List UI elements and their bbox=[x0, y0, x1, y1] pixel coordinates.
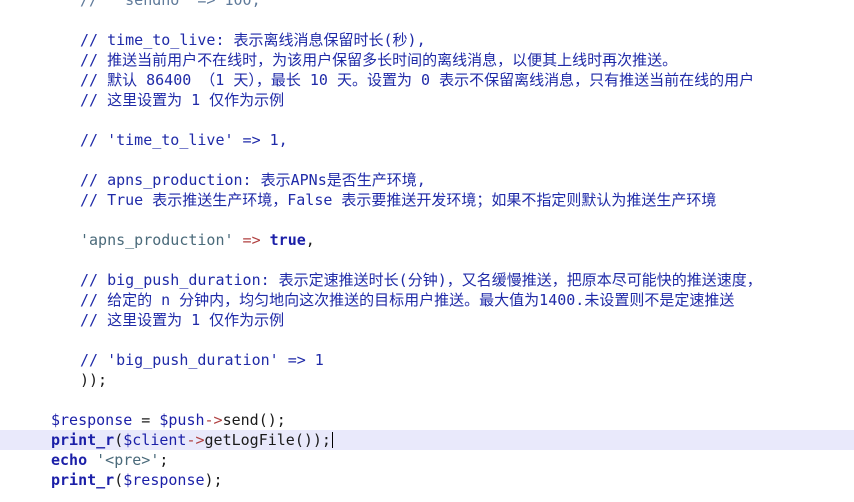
code-line[interactable]: // big_push_duration: 表示定速推送时长(分钟)，又名缓慢推… bbox=[0, 270, 854, 290]
code-token: $client bbox=[123, 431, 187, 449]
code-line-current[interactable]: print_r($client->getLogFile()); bbox=[0, 430, 854, 450]
code-line[interactable] bbox=[0, 210, 854, 230]
code-line[interactable]: $response = $push->send(); bbox=[0, 410, 854, 430]
code-token: = bbox=[132, 411, 160, 429]
code-token: // 默认 86400 （1 天），最长 10 天。设置为 0 表示不保留离线消… bbox=[80, 71, 755, 89]
code-line[interactable]: echo '<pre>'; bbox=[0, 450, 854, 470]
code-token: -> bbox=[186, 431, 205, 449]
code-line[interactable]: print_r($response); bbox=[0, 470, 854, 490]
code-token: true bbox=[269, 231, 306, 249]
code-token: // True 表示推送生产环境，False 表示要推送开发环境；如果不指定则默… bbox=[80, 191, 717, 209]
code-token: echo bbox=[51, 451, 88, 469]
code-line[interactable] bbox=[0, 150, 854, 170]
code-token: -> bbox=[204, 411, 223, 429]
code-token: (); bbox=[258, 411, 286, 429]
code-token: ()); bbox=[294, 431, 331, 449]
code-token: , bbox=[305, 231, 315, 249]
code-line[interactable]: // 给定的 n 分钟内，均匀地向这次推送的目标用户推送。最大值为1400.未设… bbox=[0, 290, 854, 310]
code-line[interactable] bbox=[0, 10, 854, 30]
code-line[interactable]: // 默认 86400 （1 天），最长 10 天。设置为 0 表示不保留离线消… bbox=[0, 70, 854, 90]
code-token: // big_push_duration: 表示定速推送时长(分钟)，又名缓慢推… bbox=[80, 271, 762, 289]
code-line[interactable]: 'apns_production' => true, bbox=[0, 230, 854, 250]
code-token: print_r bbox=[51, 431, 115, 449]
code-line[interactable] bbox=[0, 250, 854, 270]
code-token: // 推送当前用户不在线时，为该用户保留多长时间的离线消息，以便其上线时再次推送… bbox=[80, 51, 678, 69]
code-token: // 这里设置为 1 仅作为示例 bbox=[80, 91, 285, 109]
code-line[interactable]: // 推送当前用户不在线时，为该用户保留多长时间的离线消息，以便其上线时再次推送… bbox=[0, 50, 854, 70]
code-token: // 'time_to_live' => 1, bbox=[80, 131, 288, 149]
code-token: ; bbox=[159, 451, 169, 469]
code-token: ( bbox=[114, 471, 124, 489]
code-line[interactable]: // 'sendno' => 100, bbox=[0, 0, 854, 10]
code-line[interactable]: )); bbox=[0, 370, 854, 390]
code-line[interactable] bbox=[0, 390, 854, 410]
code-line[interactable]: // 'time_to_live' => 1, bbox=[0, 130, 854, 150]
code-token: getLogFile bbox=[204, 431, 295, 449]
code-line[interactable] bbox=[0, 110, 854, 130]
code-line[interactable]: // 'big_push_duration' => 1 bbox=[0, 350, 854, 370]
code-token: // 这里设置为 1 仅作为示例 bbox=[80, 311, 285, 329]
code-token: // apns_production: 表示APNs是否生产环境, bbox=[80, 171, 426, 189]
code-token: $response bbox=[123, 471, 205, 489]
code-line[interactable]: // apns_production: 表示APNs是否生产环境, bbox=[0, 170, 854, 190]
text-cursor bbox=[332, 432, 333, 448]
code-token: // 'big_push_duration' => 1 bbox=[80, 351, 324, 369]
code-token: // 'sendno' => 100, bbox=[80, 0, 261, 9]
code-token: send bbox=[222, 411, 259, 429]
code-token: 'apns_production' bbox=[80, 231, 234, 249]
code-token: // 给定的 n 分钟内，均匀地向这次推送的目标用户推送。最大值为1400.未设… bbox=[80, 291, 735, 309]
code-line[interactable]: // time_to_live: 表示离线消息保留时长(秒), bbox=[0, 30, 854, 50]
code-token: print_r bbox=[51, 471, 115, 489]
code-token: ); bbox=[204, 471, 223, 489]
code-token: )); bbox=[80, 371, 108, 389]
code-token: // time_to_live: 表示离线消息保留时长(秒), bbox=[80, 31, 426, 49]
code-token: $push bbox=[159, 411, 205, 429]
code-line[interactable]: // True 表示推送生产环境，False 表示要推送开发环境；如果不指定则默… bbox=[0, 190, 854, 210]
code-token: => bbox=[233, 231, 270, 249]
code-line[interactable] bbox=[0, 330, 854, 350]
code-line[interactable]: // 这里设置为 1 仅作为示例 bbox=[0, 90, 854, 110]
code-token: $response bbox=[51, 411, 133, 429]
code-line[interactable]: // 这里设置为 1 仅作为示例 bbox=[0, 310, 854, 330]
code-editor[interactable]: // 'sendno' => 100, // time_to_live: 表示离线… bbox=[0, 0, 854, 502]
code-token: ( bbox=[114, 431, 124, 449]
code-token: '<pre>' bbox=[96, 451, 160, 469]
